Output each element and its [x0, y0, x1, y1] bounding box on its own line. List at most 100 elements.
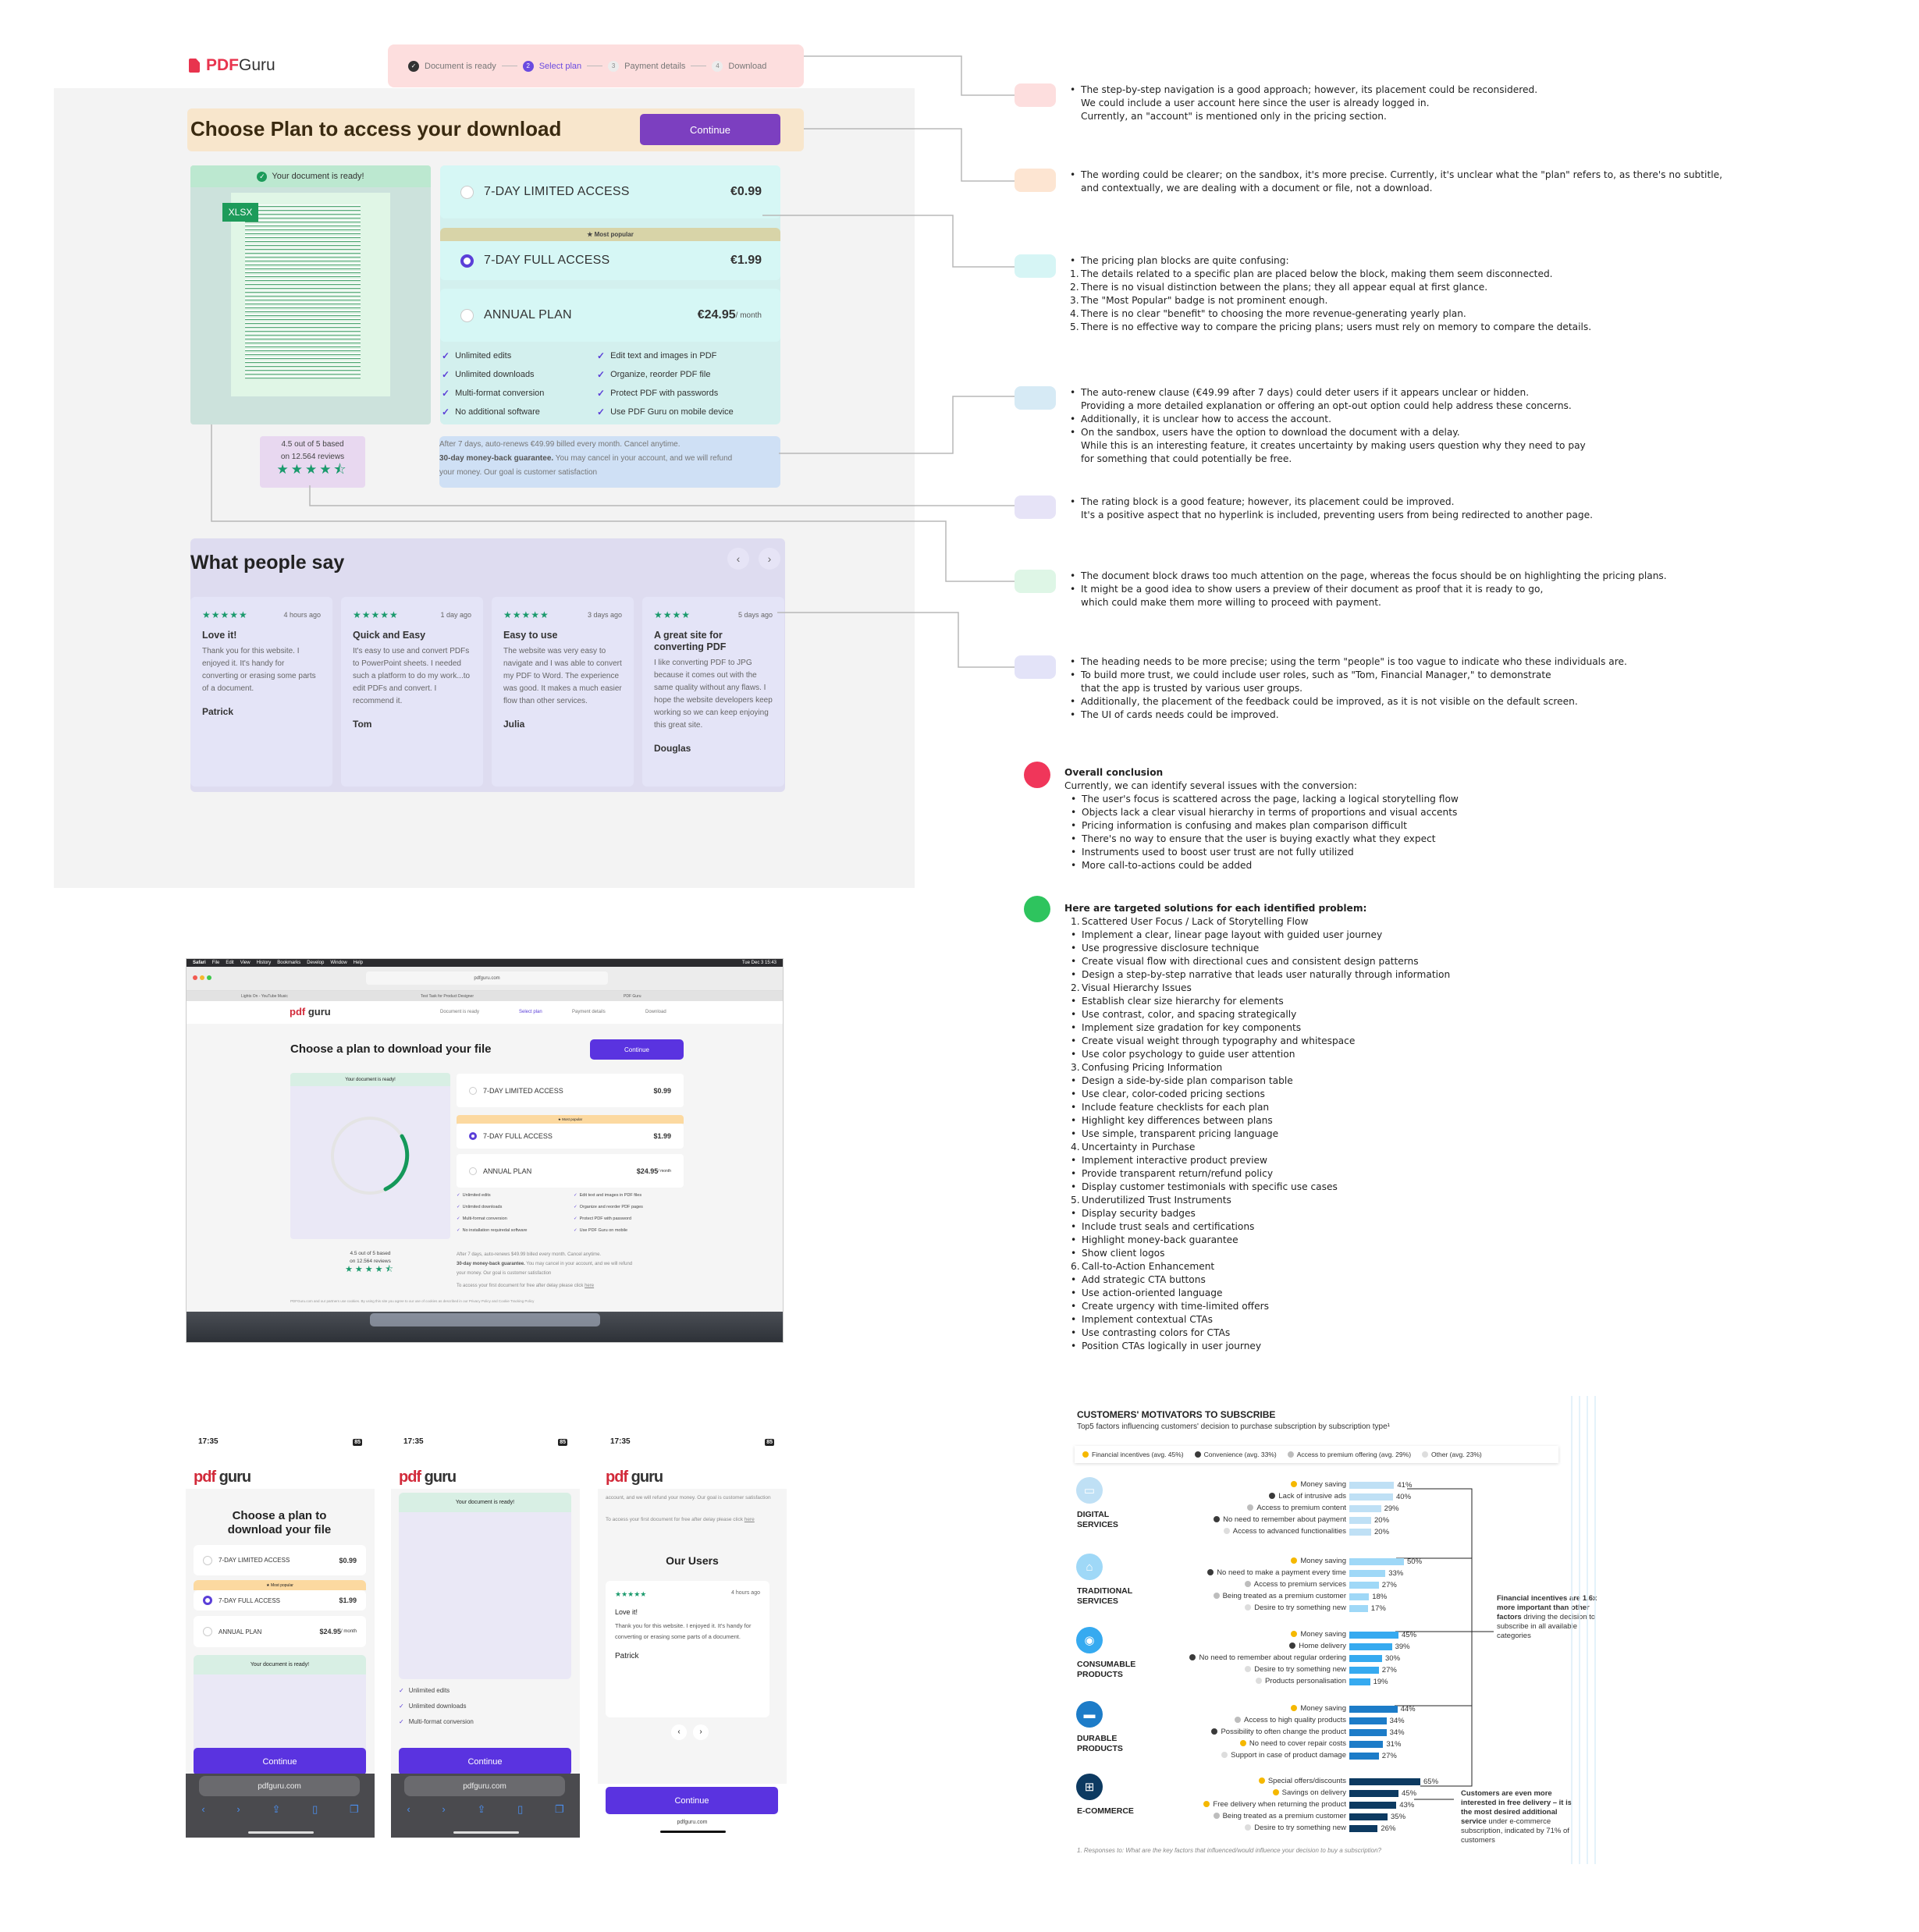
- spreadsheet-thumbnail: [231, 193, 390, 396]
- prev-arrow-icon[interactable]: ‹: [727, 548, 749, 570]
- feature-label: Use PDF Guru on mobile: [579, 1228, 628, 1233]
- free-access-link[interactable]: here: [585, 1284, 594, 1288]
- step-label: Document is ready: [425, 61, 496, 71]
- note-text: There is no clear "benefit" to choosing …: [1081, 308, 1466, 319]
- free-access-link[interactable]: here: [745, 1517, 755, 1522]
- menu-item[interactable]: Safari: [193, 961, 206, 965]
- plan-card[interactable]: 7-DAY FULL ACCESS $1.99: [194, 1590, 366, 1611]
- forward-icon[interactable]: ›: [442, 1803, 445, 1816]
- list-text: Confusing Pricing Information: [1082, 1062, 1223, 1073]
- menu-item[interactable]: Develop: [307, 961, 324, 965]
- radio-button[interactable]: [203, 1555, 212, 1565]
- status-bar: 17:35 85: [610, 1437, 774, 1446]
- note: • The document block draws too much atten…: [1070, 570, 1667, 609]
- bar-label: Home delivery: [1289, 1642, 1346, 1650]
- bar-value: 31%: [1386, 1740, 1402, 1749]
- menu-item[interactable]: Bookmarks: [277, 961, 300, 965]
- radio-button-selected[interactable]: [203, 1596, 212, 1605]
- tab[interactable]: Test Task for Product Designer: [421, 994, 624, 999]
- pdf-guru-logo[interactable]: pdf guru: [194, 1469, 251, 1486]
- bar-label: Being treated as a premium customer: [1213, 1592, 1346, 1600]
- bar-label-text: Possibility to often change the product: [1221, 1728, 1346, 1736]
- list-marker: •: [1071, 1274, 1077, 1285]
- next-arrow-icon[interactable]: ›: [693, 1724, 709, 1740]
- bar-label: No need to cover repair costs: [1239, 1739, 1346, 1748]
- subscription-motivators-chart: CUSTOMERS' MOTIVATORS TO SUBSCRIBE Top5 …: [1065, 1396, 1605, 1864]
- feature-label: Multi-format conversion: [462, 1216, 507, 1221]
- address-bar[interactable]: pdfguru.com: [199, 1776, 360, 1796]
- menu-item[interactable]: History: [257, 961, 272, 965]
- pdf-guru-logo[interactable]: pdf guru: [606, 1469, 663, 1486]
- list-text: Use contrasting colors for CTAs: [1082, 1327, 1231, 1338]
- menu-item[interactable]: File: [212, 961, 220, 965]
- plan-card[interactable]: 7-DAY LIMITED ACCESS $0.99: [194, 1545, 366, 1575]
- next-arrow-icon[interactable]: ›: [759, 548, 780, 570]
- radio-button[interactable]: [203, 1627, 212, 1636]
- solutions: Here are targeted solutions for each ide…: [1064, 902, 1450, 1353]
- tabs-icon[interactable]: ❐: [350, 1803, 359, 1816]
- plan-limited[interactable]: 7-DAY LIMITED ACCESS €0.99: [440, 165, 780, 218]
- list-text: Use action-oriented language: [1082, 1287, 1223, 1298]
- feature-item: ✓ No installation requiredal software: [457, 1228, 527, 1233]
- list-marker: [1070, 682, 1081, 695]
- list-item: • Use contrast, color, and spacing strate…: [1064, 1008, 1450, 1021]
- continue-button[interactable]: Continue: [590, 1039, 684, 1060]
- radio-button-selected[interactable]: [460, 254, 474, 268]
- plan-card[interactable]: 7-DAY FULL ACCESS $1.99: [457, 1124, 684, 1149]
- continue-button[interactable]: Continue: [640, 114, 780, 145]
- back-icon[interactable]: ‹: [201, 1803, 204, 1816]
- radio-button[interactable]: [460, 185, 474, 199]
- radio-button[interactable]: [469, 1167, 477, 1175]
- plan-card[interactable]: 7-DAY LIMITED ACCESS $0.99: [457, 1074, 684, 1107]
- tab[interactable]: Lights On - YouTube Music: [241, 994, 421, 999]
- step-number: 4: [712, 60, 723, 72]
- plan-full[interactable]: 7-DAY FULL ACCESS €1.99: [440, 241, 780, 280]
- prev-arrow-icon[interactable]: ‹: [671, 1724, 687, 1740]
- menu-item[interactable]: Edit: [226, 961, 233, 965]
- chart-annotation: Customers are even more interested in fr…: [1461, 1789, 1578, 1845]
- feature-label: Protect PDF with passwords: [610, 389, 719, 398]
- share-icon[interactable]: ⇪: [477, 1803, 485, 1816]
- continue-button[interactable]: Continue: [399, 1748, 571, 1775]
- share-icon[interactable]: ⇪: [272, 1803, 280, 1816]
- review-time: 5 days ago: [737, 611, 773, 619]
- bar-value: 45%: [1402, 1789, 1417, 1798]
- back-icon[interactable]: ‹: [407, 1803, 410, 1816]
- radio-button-selected[interactable]: [469, 1132, 477, 1140]
- radio-button[interactable]: [460, 308, 474, 322]
- plan-card[interactable]: ANNUAL PLAN $24.95/ month: [457, 1154, 684, 1188]
- pdf-guru-logo[interactable]: pdf guru: [399, 1469, 457, 1486]
- bookmarks-icon[interactable]: ▯: [517, 1803, 523, 1816]
- menu-item[interactable]: View: [240, 961, 251, 965]
- note-text: The auto-renew clause (€49.99 after 7 da…: [1081, 387, 1530, 398]
- continue-button[interactable]: Continue: [606, 1787, 778, 1814]
- status-icons: 85: [353, 1437, 362, 1446]
- plan-card[interactable]: ANNUAL PLAN $24.95/ month: [194, 1616, 366, 1647]
- note-text: We could include a user account here sin…: [1081, 98, 1430, 108]
- xlsx-badge: XLSX: [222, 203, 258, 222]
- continue-button[interactable]: Continue: [194, 1748, 366, 1775]
- window-controls[interactable]: [193, 975, 211, 980]
- bar: [1349, 1706, 1398, 1713]
- list-item: • Use progressive disclosure technique: [1064, 942, 1450, 955]
- tabs-icon[interactable]: ❐: [555, 1803, 564, 1816]
- plan-annual[interactable]: ANNUAL PLAN €24.95/ month: [440, 289, 780, 342]
- dock[interactable]: [370, 1313, 600, 1326]
- pdf-guru-logo[interactable]: pdf guru: [290, 1006, 331, 1017]
- bookmarks-icon[interactable]: ▯: [312, 1803, 318, 1816]
- tab-active[interactable]: PDF Guru: [624, 994, 641, 999]
- radio-button[interactable]: [469, 1086, 477, 1095]
- forward-icon[interactable]: ›: [236, 1803, 240, 1816]
- note-color-marker: [1015, 254, 1056, 278]
- address-bar[interactable]: pdfguru.com: [366, 971, 608, 985]
- list-marker: •: [1071, 1009, 1077, 1020]
- safari-bottom-bar: pdfguru.com ‹ › ⇪ ▯ ❐: [186, 1774, 375, 1838]
- address-bar[interactable]: pdfguru.com: [598, 1820, 787, 1825]
- menu-item[interactable]: Help: [354, 961, 363, 965]
- bar-value: 65%: [1423, 1778, 1439, 1786]
- address-bar[interactable]: pdfguru.com: [404, 1776, 565, 1796]
- menu-item[interactable]: Window: [330, 961, 346, 965]
- plan-unit: / month: [658, 1168, 671, 1174]
- red-status-dot-icon: [1024, 762, 1050, 788]
- pdf-guru-logo[interactable]: PDF Guru: [189, 56, 275, 75]
